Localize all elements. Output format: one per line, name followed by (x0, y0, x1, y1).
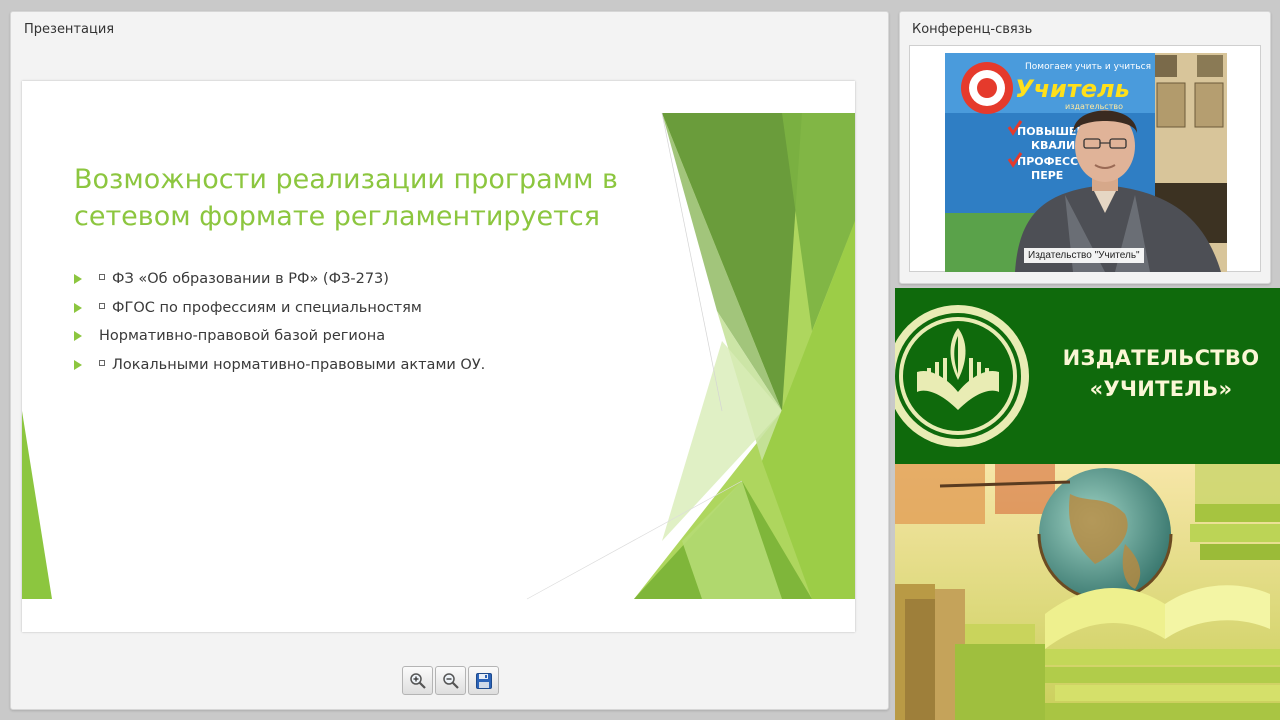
slide-bullet-list: ФЗ «Об образовании в РФ» (ФЗ-273) ФГОС п… (74, 269, 485, 383)
slide-bullet: ФЗ «Об образовании в РФ» (ФЗ-273) (74, 269, 485, 298)
slide-bullet: ФГОС по профессиям и специальностям (74, 298, 485, 327)
save-button[interactable] (468, 666, 499, 695)
bullet-arrow-icon (74, 359, 82, 370)
presentation-panel: Презентация Возможности реализации прогр… (10, 11, 889, 710)
slide-bullet: Нормативно-правовой базой региона (74, 326, 485, 355)
backdrop-brand: Учитель (1015, 75, 1130, 103)
slide-toolbar (402, 666, 499, 695)
bullet-square-icon (99, 359, 105, 366)
speaker-video-image: Помогаем учить и учиться Учитель издател… (945, 53, 1227, 272)
save-icon (475, 672, 492, 689)
zoom-out-button[interactable] (435, 666, 466, 695)
slide-bullet-text: Нормативно-правовой базой региона (99, 328, 386, 344)
zoom-in-button[interactable] (402, 666, 433, 695)
slide-bullet-text: Локальными нормативно-правовыми актами О… (112, 356, 486, 373)
backdrop-item: ПРОФЕСС (1017, 155, 1078, 168)
books-illustration (895, 464, 1280, 720)
speaker-video[interactable]: Помогаем учить и учиться Учитель издател… (945, 53, 1227, 272)
backdrop-sub: издательство (1065, 102, 1123, 111)
backdrop-tagline: Помогаем учить и учиться (1025, 62, 1151, 72)
slide-bullet-text: ФГОС по профессиям и специальностям (112, 299, 422, 316)
presentation-slide: Возможности реализации программ в сетево… (22, 81, 855, 632)
books-globe-image (895, 464, 1280, 720)
bullet-arrow-icon (74, 331, 82, 341)
publisher-name-line2: «УЧИТЕЛЬ» (1089, 377, 1233, 401)
video-frame: Помогаем учить и учиться Учитель издател… (909, 45, 1261, 272)
publisher-logo-banner: ИЗДАТЕЛЬСТВО «УЧИТЕЛЬ» (895, 288, 1280, 464)
conference-panel: Конференц-связь Помогаем учить и учиться (899, 11, 1271, 284)
bullet-square-icon (99, 274, 105, 280)
presentation-panel-title: Презентация (24, 22, 115, 37)
slide-bullet-text: ФЗ «Об образовании в РФ» (ФЗ-273) (112, 271, 389, 287)
bullet-arrow-icon (74, 302, 82, 313)
slide-bullet: Локальными нормативно-правовыми актами О… (74, 355, 485, 384)
slide-heading: Возможности реализации программ в сетево… (74, 164, 618, 232)
publisher-name-line1: ИЗДАТЕЛЬСТВО (1062, 346, 1260, 370)
zoom-out-icon (442, 672, 459, 689)
backdrop-item: ПЕРЕ (1031, 169, 1063, 182)
bullet-square-icon (99, 302, 105, 309)
speaker-label: Издательство "Учитель" (1024, 248, 1144, 263)
conference-panel-title: Конференц-связь (912, 22, 1033, 37)
zoom-in-icon (409, 672, 426, 689)
publisher-name: ИЗДАТЕЛЬСТВО «УЧИТЕЛЬ» (1045, 343, 1277, 405)
bullet-arrow-icon (74, 274, 82, 284)
